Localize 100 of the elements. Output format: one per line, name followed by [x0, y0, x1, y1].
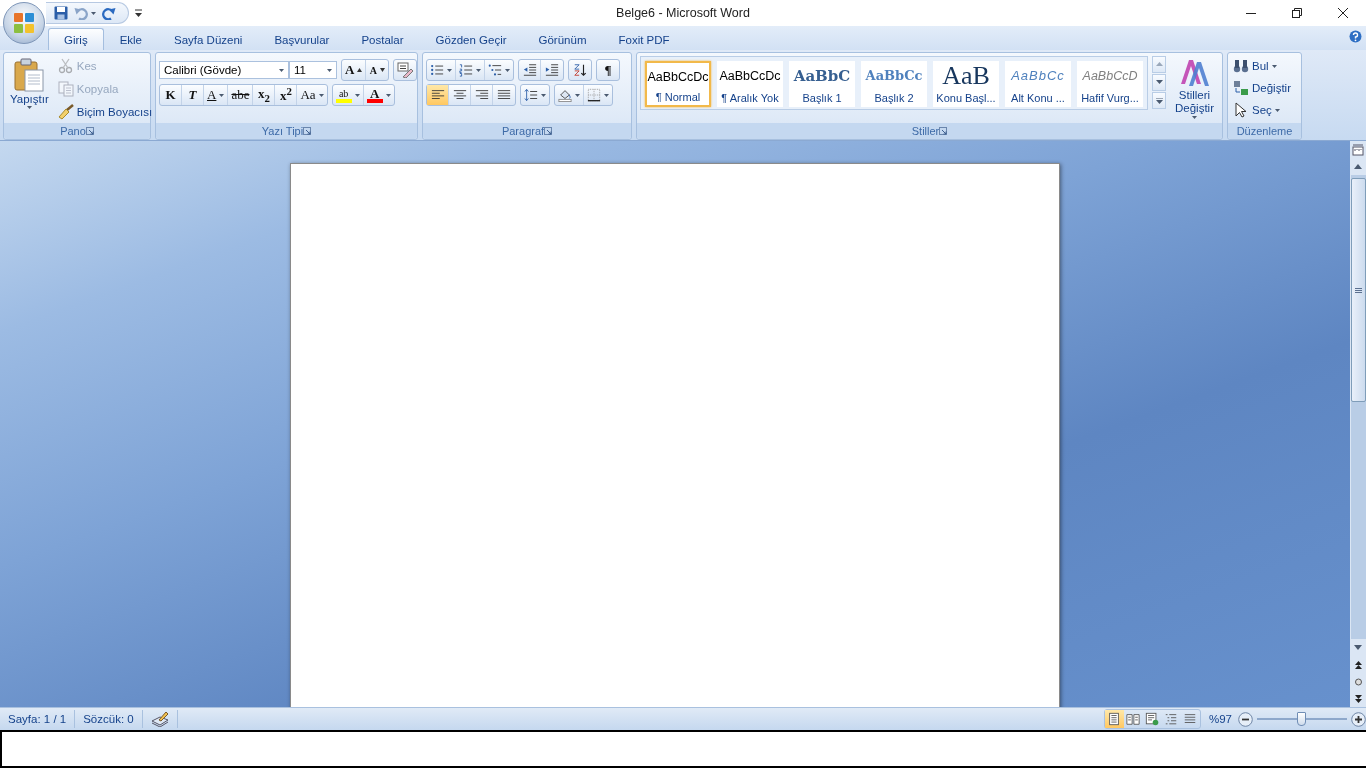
- style-tile[interactable]: AaBbCc Alt Konu ...: [1005, 61, 1071, 107]
- outline-icon: [1164, 712, 1179, 726]
- caret-icon: [327, 68, 332, 72]
- gallery-more-button[interactable]: [1152, 92, 1166, 109]
- caret-icon: [541, 93, 546, 97]
- caret-icon: [219, 93, 225, 97]
- office-logo-icon: [13, 12, 35, 34]
- caret-icon: [1192, 116, 1197, 119]
- gallery-down-button[interactable]: [1152, 74, 1166, 91]
- ribbon-tab[interactable]: Görünüm: [522, 28, 603, 50]
- ribbon-tab[interactable]: Başvurular: [258, 28, 346, 50]
- zoom-slider-thumb[interactable]: [1297, 712, 1307, 726]
- proofing-button[interactable]: [150, 711, 169, 727]
- highlight-color-button[interactable]: ab: [332, 85, 364, 105]
- open-book-icon: [1126, 712, 1141, 726]
- caret-icon: [26, 106, 32, 109]
- grow-font-button[interactable]: A: [342, 60, 367, 80]
- replace-button[interactable]: Değiştir: [1231, 78, 1293, 98]
- shrink-font-button[interactable]: A: [366, 60, 389, 80]
- group-label: Paragraf: [501, 125, 545, 137]
- subscript-button[interactable]: x$_{2}$: [253, 85, 276, 105]
- dialog-launcher-icon: [939, 127, 948, 135]
- triangle-down-icon: [1354, 645, 1362, 650]
- ribbon-tab[interactable]: Sayfa Düzeni: [158, 28, 259, 50]
- show-formatting-marks-button[interactable]: ¶: [597, 60, 619, 80]
- triangle-up-icon: [1155, 61, 1163, 68]
- copy-pages-icon: [57, 81, 74, 97]
- page-icon: [1107, 712, 1122, 726]
- circle-icon: [1354, 677, 1362, 686]
- select-button[interactable]: Seç: [1231, 100, 1293, 120]
- triangle-down-icon: [380, 68, 385, 72]
- page-count: Sayfa: 1 / 1: [0, 710, 76, 728]
- change-case-button[interactable]: Aa: [297, 85, 327, 105]
- shading-button[interactable]: [555, 85, 584, 105]
- change-styles-button[interactable]: Stilleri Değiştir: [1170, 56, 1219, 123]
- close-icon: [1338, 8, 1348, 18]
- help-icon: [1349, 29, 1362, 43]
- paint-bucket-icon: [558, 88, 572, 102]
- plus-circle-icon: [1351, 711, 1366, 727]
- caret-icon: [279, 68, 284, 72]
- triangle-up-icon: [1354, 164, 1362, 169]
- undo-button[interactable]: [74, 6, 96, 20]
- paste-button[interactable]: Yapıştır: [7, 56, 52, 123]
- view-ruler-button[interactable]: [1350, 141, 1366, 158]
- window-title: Belge6 - Microsoft Word: [616, 6, 750, 20]
- ribbon-tab[interactable]: Giriş: [48, 28, 104, 50]
- dialog-launcher-icon: [544, 127, 553, 135]
- style-tile[interactable]: AaBbCcD Hafif Vurg...: [1077, 61, 1143, 107]
- caret-icon: [354, 93, 360, 97]
- format-painter-button[interactable]: Biçim Boyacısı: [55, 102, 155, 122]
- dialog-launcher-icon: [303, 127, 312, 135]
- ribbon-tab[interactable]: Gözden Geçir: [419, 28, 523, 50]
- caret-icon: [1274, 108, 1280, 112]
- style-tile[interactable]: AaB Konu Başl...: [933, 61, 999, 107]
- bulleted-list-icon: [430, 63, 444, 77]
- restore-icon: [1292, 8, 1302, 18]
- italic-button[interactable]: T: [182, 85, 204, 105]
- group-label: Pano: [60, 125, 86, 137]
- decrease-indent-icon: [522, 63, 537, 77]
- caret-icon: [447, 68, 452, 72]
- numbering-button[interactable]: [456, 60, 485, 80]
- group-label: Düzenleme: [1236, 125, 1293, 137]
- book-check-icon: [150, 711, 169, 727]
- dialog-launcher-icon: [85, 127, 94, 135]
- superscript-button[interactable]: x$^{2}$: [275, 85, 298, 105]
- help-button[interactable]: [1349, 29, 1362, 43]
- style-tile[interactable]: AaBbCcDc ¶ Normal: [645, 61, 711, 107]
- caret-icon: [476, 68, 481, 72]
- numbered-list-icon: [459, 63, 473, 77]
- redo-button[interactable]: [102, 6, 116, 20]
- caret-icon: [604, 93, 609, 97]
- scroll-thumb[interactable]: [1350, 178, 1366, 402]
- increase-indent-icon: [545, 63, 559, 77]
- ruler-icon: [1352, 143, 1364, 156]
- find-button[interactable]: Bul: [1231, 56, 1293, 76]
- strikethrough-button[interactable]: abe: [228, 85, 254, 105]
- font-color-button[interactable]: A: [363, 85, 394, 105]
- font-size-field[interactable]: 11: [289, 61, 337, 79]
- ribbon-tab[interactable]: Ekle: [103, 28, 158, 50]
- save-button[interactable]: [54, 6, 68, 20]
- customize-toolbar-button[interactable]: [135, 9, 142, 17]
- ribbon-tab[interactable]: Foxit PDF: [602, 28, 686, 50]
- double-up-arrow-icon: [1354, 660, 1362, 669]
- caret-icon: [575, 93, 580, 97]
- print-layout-button[interactable]: [1104, 710, 1124, 728]
- caret-icon: [1271, 64, 1277, 68]
- font-name-field[interactable]: Calibri (Gövde): [159, 61, 289, 79]
- borders-icon: [587, 88, 601, 102]
- binoculars-icon: [1233, 58, 1249, 74]
- ribbon-tab[interactable]: Postalar: [345, 28, 420, 50]
- style-tile[interactable]: AaBbCcDc ¶ Aralık Yok: [717, 61, 783, 107]
- web-page-icon: [1145, 712, 1160, 726]
- zoom-in-button[interactable]: [1351, 711, 1366, 727]
- grip-icon: [1354, 287, 1362, 293]
- style-tile[interactable]: AaBbC Başlık 1: [789, 61, 855, 107]
- align-left-button[interactable]: [427, 85, 449, 105]
- zoom-out-button[interactable]: [1238, 711, 1253, 727]
- bold-button[interactable]: K: [160, 85, 182, 105]
- underline-button[interactable]: A: [204, 85, 229, 105]
- style-tile[interactable]: AaBbCc Başlık 2: [861, 61, 927, 107]
